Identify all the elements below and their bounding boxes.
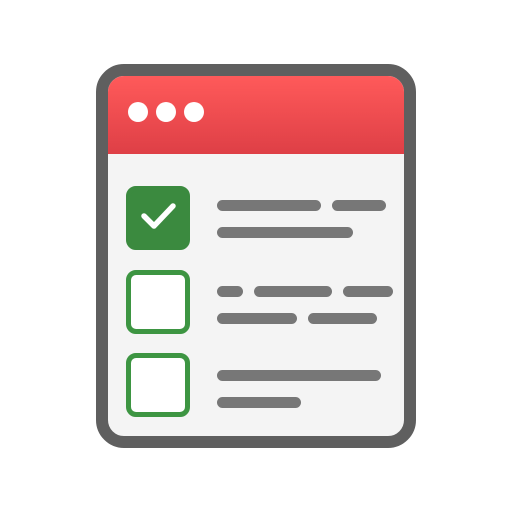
checkmark-icon [141, 203, 176, 229]
checklist-window [96, 64, 416, 448]
item-line-placeholder [308, 313, 377, 324]
window-dot-icon [156, 102, 176, 122]
checklist-illustration [0, 0, 512, 512]
item-line-placeholder [217, 370, 381, 381]
item-line-placeholder [343, 286, 393, 297]
checklist-item [126, 186, 404, 250]
unchecked-checkbox[interactable] [126, 270, 190, 334]
checklist-item [126, 353, 404, 417]
window-dot-icon [128, 102, 148, 122]
checklist-item [126, 270, 404, 334]
checked-checkbox[interactable] [126, 186, 190, 250]
item-line-placeholder [217, 313, 297, 324]
item-line-placeholder [217, 397, 301, 408]
window-dot-icon [184, 102, 204, 122]
item-line-placeholder [217, 286, 243, 297]
item-line-placeholder [332, 200, 386, 211]
item-line-placeholder [217, 200, 321, 211]
unchecked-checkbox[interactable] [126, 353, 190, 417]
item-line-placeholder [254, 286, 332, 297]
item-line-placeholder [217, 227, 353, 238]
window-title-bar [108, 76, 404, 154]
